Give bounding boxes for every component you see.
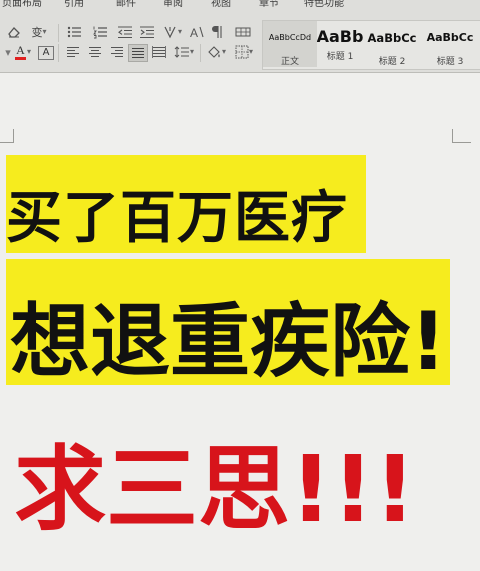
- margin-corner-left: [0, 129, 14, 143]
- style-heading-2-sample: AaBbCc: [367, 31, 417, 45]
- bullet-list-icon[interactable]: [64, 24, 86, 40]
- align-center-icon[interactable]: [86, 44, 104, 60]
- font-color-glyph: A: [16, 43, 25, 57]
- menu-view[interactable]: 视图: [211, 0, 231, 9]
- menu-references[interactable]: 引用: [64, 0, 84, 9]
- style-normal[interactable]: AaBbCcDd 正文: [263, 21, 317, 67]
- menu-sections[interactable]: 章节: [259, 0, 279, 9]
- menu-bar: 页面布局 引用 邮件 审阅 视图 章节 特色功能: [0, 0, 480, 9]
- borders-icon[interactable]: ▾: [232, 44, 256, 60]
- toolbar-row-1: 变 ▾ ▾ A: [0, 24, 258, 44]
- style-heading-3[interactable]: AaBbCc 标题 3: [420, 21, 480, 67]
- char-border-button[interactable]: A: [38, 46, 54, 60]
- show-marks-icon[interactable]: [210, 24, 224, 40]
- style-heading-1-name: 标题 1: [326, 52, 354, 62]
- justify-icon[interactable]: [128, 44, 148, 62]
- headline-line-2: 想退重疾险!: [10, 295, 447, 388]
- change-case-icon[interactable]: 变 ▾: [26, 24, 52, 40]
- distributed-align-icon[interactable]: [150, 44, 168, 60]
- margin-corner-right: [452, 129, 471, 143]
- menu-features[interactable]: 特色功能: [304, 0, 344, 9]
- text-direction-icon[interactable]: A: [188, 24, 206, 40]
- style-normal-name: 正文: [280, 57, 299, 67]
- menu-mailings[interactable]: 邮件: [116, 0, 136, 9]
- align-left-icon[interactable]: [64, 44, 82, 60]
- svg-text:A: A: [190, 26, 198, 39]
- align-right-icon[interactable]: [108, 44, 126, 60]
- char-border-glyph: A: [42, 47, 50, 58]
- style-heading-1-sample: AaBb: [317, 27, 363, 46]
- increase-indent-icon[interactable]: [138, 24, 156, 40]
- decrease-indent-icon[interactable]: [116, 24, 134, 40]
- style-heading-3-sample: AaBbCc: [426, 31, 474, 44]
- eraser-icon[interactable]: [6, 24, 22, 40]
- chinese-layout-icon[interactable]: ▾: [160, 24, 184, 40]
- font-color-button[interactable]: A ▾: [12, 44, 34, 60]
- line-spacing-icon[interactable]: ▾: [172, 44, 196, 60]
- style-heading-2[interactable]: AaBbCc 标题 2: [364, 21, 420, 67]
- style-normal-sample: AaBbCcDd: [268, 33, 312, 42]
- ribbon: 页面布局 引用 邮件 审阅 视图 章节 特色功能 变 ▾ ▾ A ▾ A ▾ A…: [0, 0, 480, 73]
- styles-gallery: AaBbCcDd 正文 AaBb 标题 1 AaBbCc 标题 2 AaBbCc…: [262, 20, 480, 70]
- table-insert-icon[interactable]: [234, 24, 252, 40]
- style-heading-3-name: 标题 3: [436, 57, 464, 67]
- shading-icon[interactable]: ▾: [204, 44, 228, 60]
- style-heading-2-name: 标题 2: [378, 57, 406, 67]
- headline-line-1: 买了百万医疗: [6, 186, 348, 251]
- menu-page-layout[interactable]: 页面布局: [2, 0, 42, 9]
- document-page[interactable]: 买了百万医疗 想退重疾险! 求三思!!!: [0, 73, 480, 571]
- dropdown-arrow-icon[interactable]: ▾: [4, 44, 12, 60]
- style-heading-1[interactable]: AaBb 标题 1: [317, 21, 363, 67]
- menu-review[interactable]: 审阅: [163, 0, 183, 9]
- numbered-list-icon[interactable]: [90, 24, 112, 40]
- headline-line-3: 求三思!!!: [14, 436, 416, 543]
- toolbar-row-2: ▾ A ▾ A ▾ ▾ ▾: [0, 44, 258, 64]
